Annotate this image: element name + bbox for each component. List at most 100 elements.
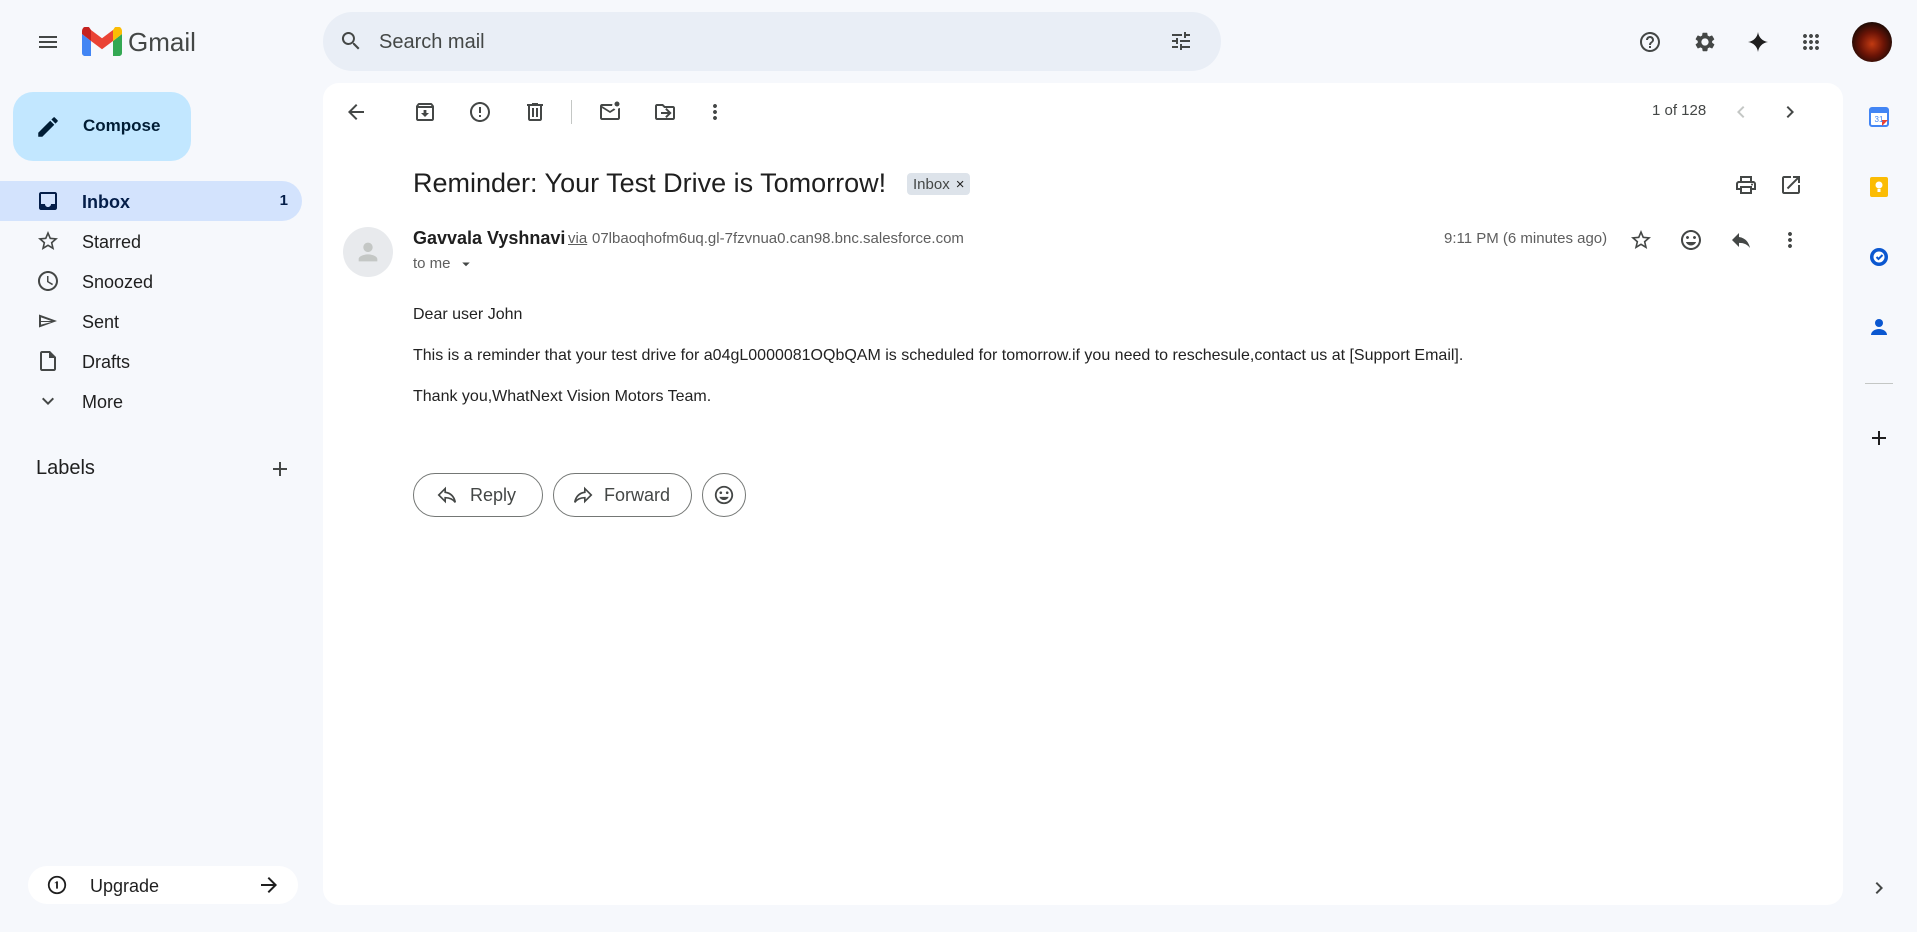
sidebar-item-inbox[interactable]: Inbox 1 [0,181,302,221]
upgrade-label: Upgrade [90,876,160,896]
person-icon [358,242,378,262]
emoji-reaction-button[interactable] [702,473,746,517]
side-panel-divider [1865,383,1893,384]
delete-button[interactable] [515,92,555,132]
help-icon [1640,32,1660,52]
emoji-icon [714,485,734,505]
recipients-toggle[interactable]: to me [413,255,475,273]
sidebar-item-label: Drafts [82,352,131,372]
forward-button[interactable]: Forward [553,473,692,517]
more-vert-icon [1788,232,1792,248]
draft-icon [36,349,60,373]
sidebar-item-label: Snoozed [82,272,154,292]
new-window-button[interactable] [1771,165,1811,205]
gmail-wordmark: Gmail [128,26,196,57]
chevron-down-icon [36,389,60,413]
star-icon [36,229,60,253]
recipients-text: to me [413,255,451,272]
reply-icon-button[interactable] [1721,220,1761,260]
search-bar [323,12,1221,73]
sidebar-item-more[interactable]: More [0,381,302,421]
email-body-paragraph: This is a reminder that your test drive … [413,347,1464,364]
inbox-label-chip: Inbox × [907,173,971,195]
upgrade-button[interactable]: Upgrade [28,866,298,904]
open-in-new-icon [1782,176,1800,194]
sender-avatar [343,227,393,277]
reply-icon [437,486,457,504]
more-vert-icon [713,104,717,120]
sender-name[interactable]: Gavvala Vyshnavi [413,228,565,249]
sidebar-item-sent[interactable]: Sent [0,301,302,341]
email-subject: Reminder: Your Test Drive is Tomorrow! [413,168,887,198]
calendar-app-button[interactable]: 31 [1859,97,1899,137]
message-more-button[interactable] [1770,220,1810,260]
back-button[interactable] [336,92,376,132]
search-options-button[interactable] [1161,21,1201,61]
support-button[interactable] [1630,22,1670,62]
archive-icon [416,103,434,121]
tune-icon [1172,32,1190,50]
sender-address: 07lbaoqhofm6uq.gl-7fzvnua0.can98.bnc.sal… [592,230,964,247]
mark-unread-button[interactable] [590,92,630,132]
reply-button[interactable]: Reply [413,473,543,517]
sparkle-icon [1748,32,1768,52]
tasks-app-button[interactable] [1859,237,1899,277]
trash-icon [527,103,543,121]
calendar-icon: 31 [1869,107,1889,127]
gmail-m-icon [82,27,122,56]
arrow-back-icon [348,104,364,120]
account-avatar[interactable] [1852,22,1892,62]
contacts-app-button[interactable] [1859,307,1899,347]
via-link[interactable]: via [568,230,587,247]
tasks-icon [1870,248,1888,266]
folder-move-icon [655,104,675,120]
create-label-button[interactable] [260,449,300,489]
sidebar-item-drafts[interactable]: Drafts [0,341,302,381]
archive-button[interactable] [405,92,445,132]
sidebar-item-snoozed[interactable]: Snoozed [0,261,302,301]
reply-icon [1732,233,1750,248]
report-icon [470,102,490,122]
clock-icon [36,269,60,293]
report-spam-button[interactable] [460,92,500,132]
main-menu-button[interactable] [28,22,68,62]
keep-app-button[interactable] [1859,167,1899,207]
send-icon [36,309,60,333]
toolbar-divider [571,100,572,124]
chevron-right-icon [1786,106,1794,118]
star-button[interactable] [1621,220,1661,260]
remove-label-button[interactable]: × [956,176,965,193]
newer-button[interactable] [1721,92,1761,132]
email-body-signoff: Thank you,WhatNext Vision Motors Team. [413,388,712,405]
chevron-right-icon [1875,882,1883,894]
keep-icon [1870,177,1888,197]
mail-unread-icon [600,101,620,120]
emoji-icon [1681,230,1701,250]
plus-icon [273,462,287,476]
sidebar-item-starred[interactable]: Starred [0,221,302,261]
compose-button[interactable]: Compose [13,92,191,161]
gmail-logo[interactable]: Gmail [82,26,196,58]
gemini-button[interactable] [1738,22,1778,62]
contacts-icon [1871,319,1887,335]
add-reaction-button[interactable] [1671,220,1711,260]
google-apps-button[interactable] [1791,22,1831,62]
unread-count: 1 [279,192,288,209]
search-button[interactable] [331,21,371,61]
search-input[interactable] [377,12,1141,73]
move-to-button[interactable] [645,92,685,132]
older-button[interactable] [1770,92,1810,132]
sidebar-item-label: Starred [82,232,142,252]
pagination-count: 1 of 128 [1652,102,1707,119]
forward-icon [573,486,593,504]
more-actions-button[interactable] [695,92,735,132]
forward-label: Forward [604,485,671,505]
email-body-greeting: Dear user John [413,306,523,323]
upgrade-icon [47,875,67,895]
email-timestamp: 9:11 PM (6 minutes ago) [1444,230,1608,247]
settings-button[interactable] [1685,22,1725,62]
plus-icon [1872,431,1886,445]
print-all-button[interactable] [1726,165,1766,205]
get-addons-button[interactable] [1859,418,1899,458]
hide-side-panel-button[interactable] [1859,868,1899,908]
